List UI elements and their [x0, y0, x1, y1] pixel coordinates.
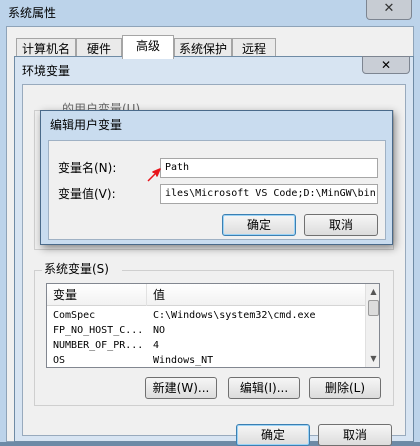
- row-name: ComSpec: [53, 310, 96, 321]
- tab-computer-name[interactable]: 计算机名: [16, 38, 76, 58]
- table-row[interactable]: NUMBER_OF_PR... 4: [47, 339, 365, 353]
- system-properties-close-button[interactable]: ✕: [366, 0, 412, 20]
- list-header: 变量 值: [47, 284, 365, 306]
- table-row[interactable]: ComSpec C:\Windows\system32\cmd.exe: [47, 309, 365, 323]
- row-name: NUMBER_OF_PR...: [53, 340, 144, 351]
- dialog-cancel-button[interactable]: 取消: [304, 214, 378, 236]
- cancel-button[interactable]: 取消: [318, 424, 392, 446]
- column-header-variable[interactable]: 变量: [47, 284, 147, 306]
- new-variable-button[interactable]: 新建(W)...: [145, 377, 217, 399]
- edit-dialog-title: 编辑用户变量: [50, 118, 123, 132]
- row-value: Windows_NT: [153, 355, 214, 366]
- variable-name-input[interactable]: Path: [160, 158, 378, 178]
- system-variables-list[interactable]: 变量 值 ComSpec C:\Windows\system32\cmd.exe…: [46, 283, 380, 368]
- column-header-value[interactable]: 值: [147, 284, 365, 306]
- table-row[interactable]: OS Windows_NT: [47, 354, 365, 367]
- variable-name-label: 变量名(N):: [58, 161, 117, 175]
- edit-variable-button[interactable]: 编辑(I)...: [228, 377, 300, 399]
- dialog-ok-button[interactable]: 确定: [222, 214, 296, 236]
- scroll-down-arrow-icon[interactable]: ▼: [367, 352, 379, 366]
- row-name: FP_NO_HOST_C...: [53, 325, 144, 336]
- row-value: 4: [153, 340, 160, 351]
- row-value: NO: [153, 325, 166, 336]
- row-name: OS: [53, 355, 66, 366]
- variable-value-input[interactable]: iles\Microsoft VS Code;D:\MinGW\bin: [160, 184, 378, 204]
- system-properties-title: 系统属性: [8, 6, 57, 20]
- system-variables-group-label: 系统变量(S): [42, 261, 122, 277]
- row-value: C:\Windows\system32\cmd.exe: [153, 310, 316, 321]
- scroll-up-arrow-icon[interactable]: ▲: [367, 285, 379, 299]
- environment-variables-close-button[interactable]: ✕: [362, 56, 410, 74]
- variable-value-label: 变量值(V):: [58, 187, 116, 201]
- list-scrollbar[interactable]: ▲ ▼: [365, 284, 379, 367]
- tab-hardware[interactable]: 硬件: [76, 38, 122, 58]
- environment-variables-title: 环境变量: [22, 64, 71, 78]
- red-pointer-arrow-icon: [147, 168, 161, 182]
- delete-variable-button[interactable]: 删除(L): [309, 377, 381, 399]
- table-row[interactable]: FP_NO_HOST_C... NO: [47, 324, 365, 338]
- tab-advanced[interactable]: 高级: [122, 35, 174, 59]
- scrollbar-thumb[interactable]: [368, 300, 379, 316]
- tab-remote[interactable]: 远程: [232, 38, 276, 58]
- ok-button[interactable]: 确定: [236, 424, 310, 446]
- tab-system-protection[interactable]: 系统保护: [174, 38, 232, 58]
